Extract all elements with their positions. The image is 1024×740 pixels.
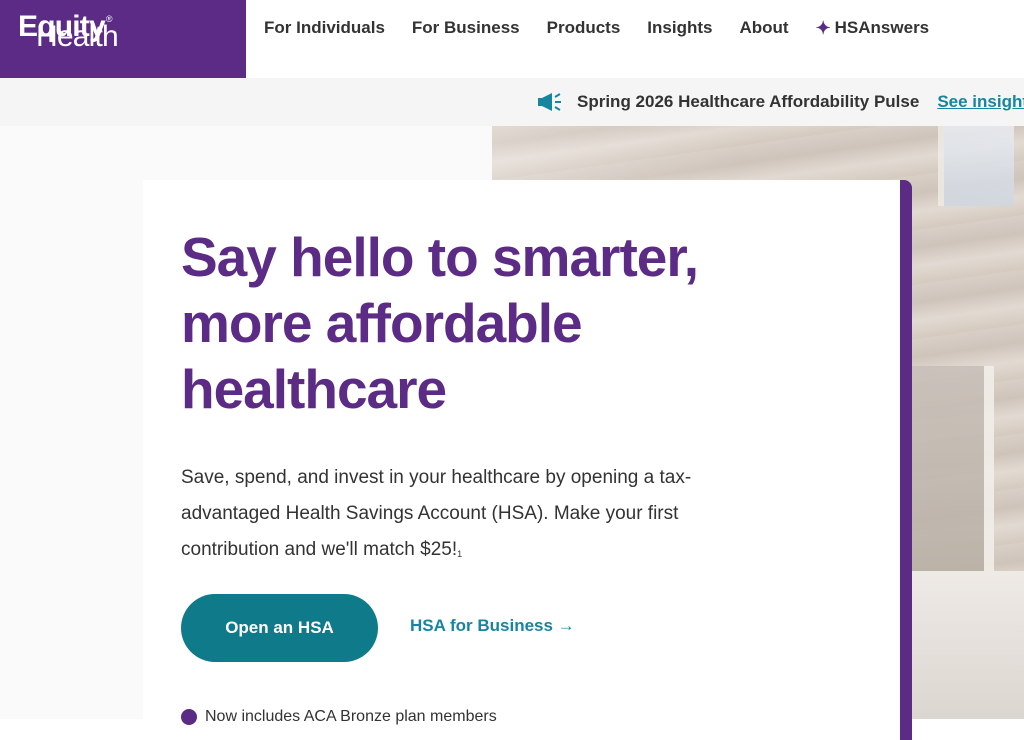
see-insights-link[interactable]: See insights (937, 92, 1024, 112)
hsa-for-business-link[interactable]: HSA for Business → (410, 616, 575, 640)
announcement-bar: Spring 2026 Healthcare Affordability Pul… (0, 78, 1024, 126)
announcement-content: Spring 2026 Healthcare Affordability Pul… (537, 78, 1024, 126)
hero-body-copy: Save, spend, and invest in your healthca… (181, 467, 692, 560)
announcement-message: Spring 2026 Healthcare Affordability Pul… (577, 92, 920, 111)
hero-body-text: Save, spend, and invest in your healthca… (181, 460, 741, 568)
megaphone-icon (538, 93, 561, 111)
main-navigation: For Individuals For Business Products In… (264, 0, 929, 56)
logo-text-light: Health (36, 20, 119, 53)
nav-products[interactable]: Products (547, 18, 621, 38)
hero-photo-window (938, 126, 1014, 206)
nav-for-business[interactable]: For Business (412, 18, 520, 38)
healthequity-logo[interactable]: Health Equity® (0, 0, 246, 78)
logo-text: Health Equity® (18, 10, 119, 53)
logo-registered-mark: ® (105, 14, 113, 24)
footnote-marker[interactable]: 1 (457, 549, 462, 559)
nav-insights[interactable]: Insights (647, 18, 712, 38)
nav-about[interactable]: About (739, 18, 788, 38)
hero-headline: Say hello to smarter, more affordable he… (181, 226, 699, 420)
badge-icon (181, 709, 197, 725)
nav-hsanswers[interactable]: ✦ HSAnswers (816, 18, 930, 38)
nav-for-individuals[interactable]: For Individuals (264, 18, 385, 38)
open-hsa-button[interactable]: Open an HSA (181, 594, 378, 662)
nav-hsanswers-label: HSAnswers (834, 18, 930, 37)
site-header: Health Equity® For Individuals For Busine… (0, 0, 1024, 78)
sparkle-icon: ✦ (815, 18, 831, 38)
hero-note: Now includes ACA Bronze plan members (181, 708, 497, 726)
hero-note-text: Now includes ACA Bronze plan members (205, 708, 497, 725)
